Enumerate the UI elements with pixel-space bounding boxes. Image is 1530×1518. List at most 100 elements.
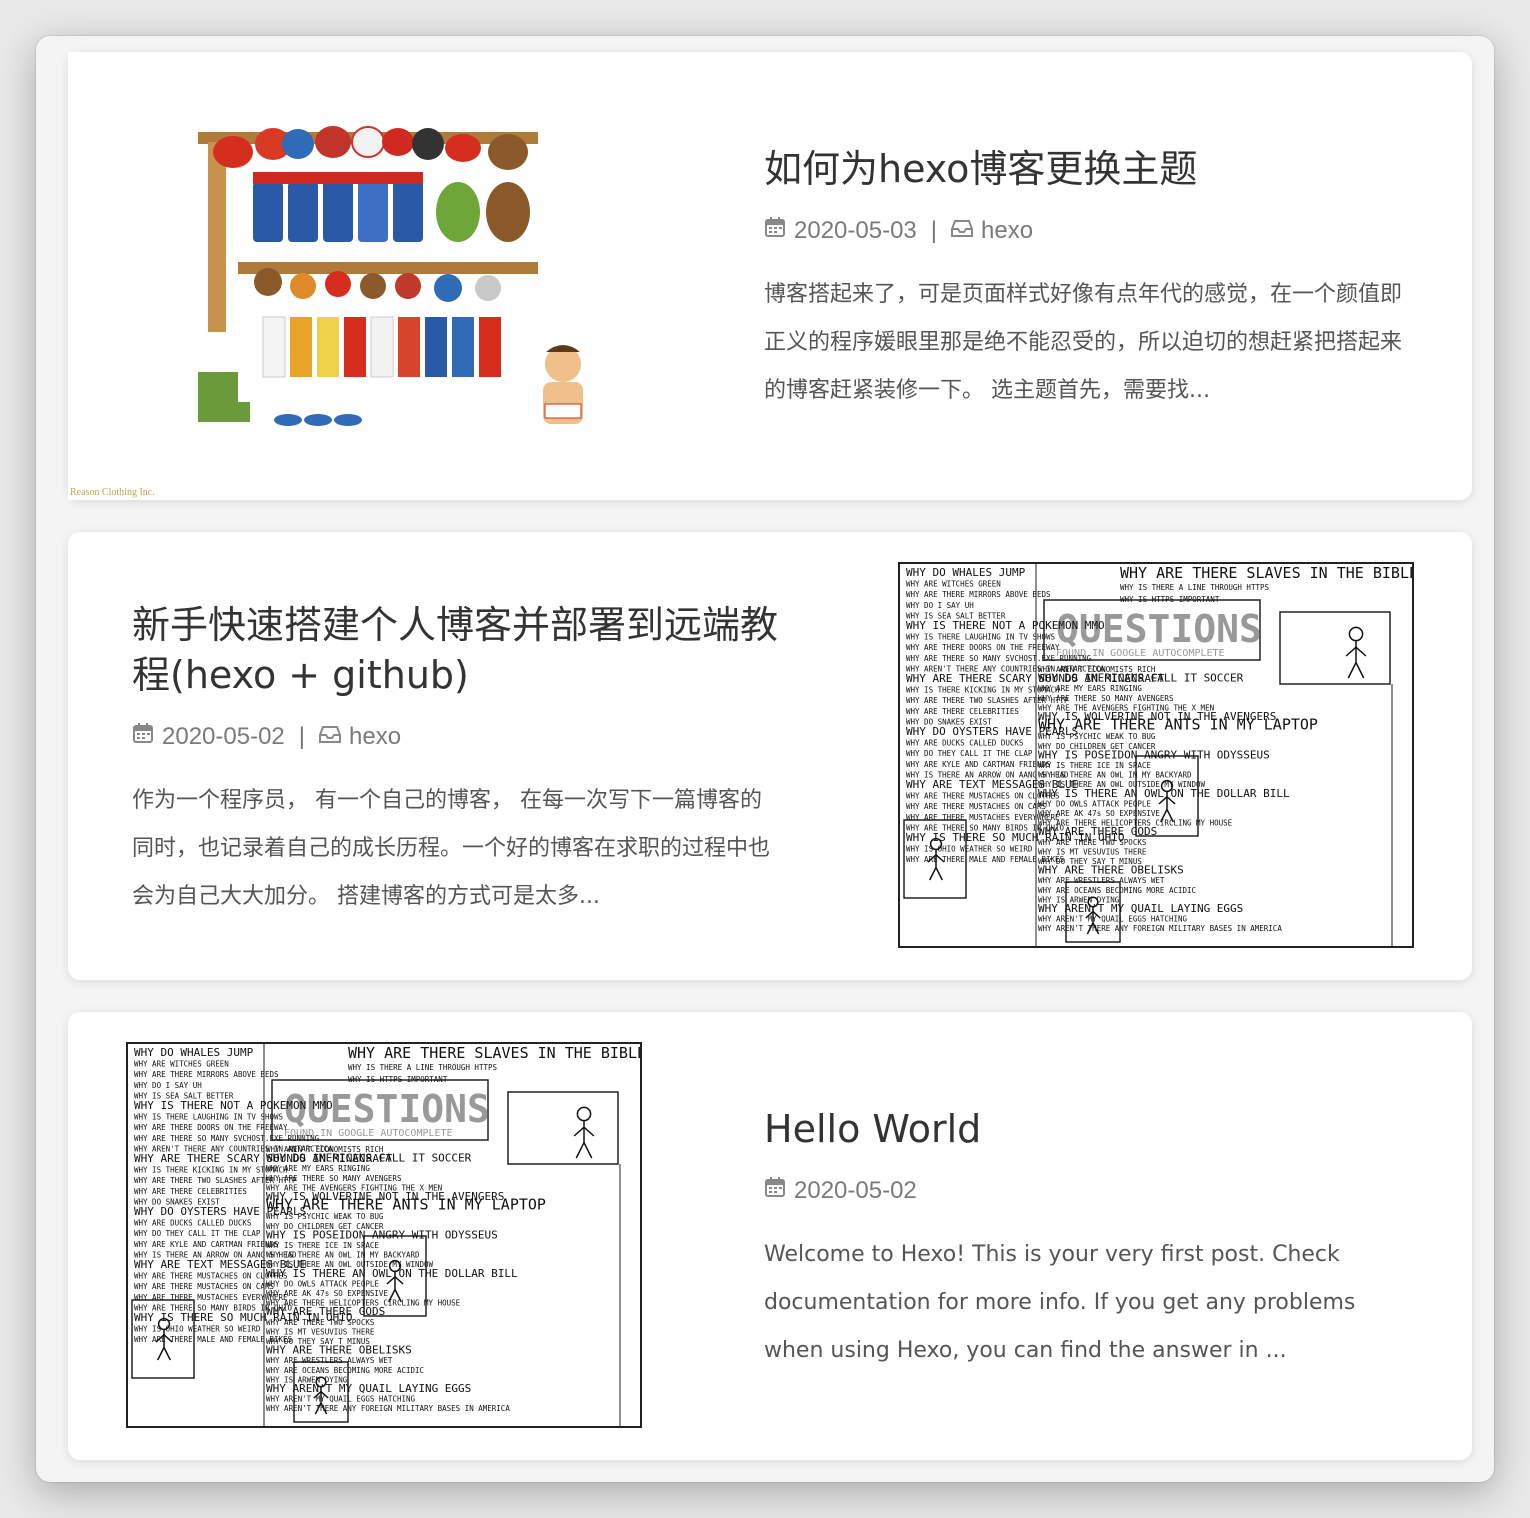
- comic-line: WHY ARE THERE GODS: [1038, 825, 1157, 838]
- comic-line: WHY ARE THERE MUSTACHES EVERYWHERE: [134, 1293, 288, 1302]
- calendar-icon: [764, 216, 786, 245]
- comic-line: WHY IS THERE KICKING IN MY STOMACH: [134, 1166, 288, 1175]
- comic-line: WHY ARE THERE OBELISKS: [1038, 864, 1184, 877]
- comic-line: WHY ARE WRESTLERS ALWAYS WET: [1038, 876, 1165, 885]
- comic-line: WHY ARE WRESTLERS ALWAYS WET: [266, 1356, 393, 1365]
- comic-line: WHY ARE THERE MIRRORS ABOVE BEDS: [134, 1070, 279, 1079]
- comic-line: WHY IS POSEIDON ANGRY WITH ODYSSEUS: [1038, 748, 1270, 761]
- comic-line: WHY IS THERE A LINE THROUGH HTTPS: [348, 1063, 497, 1072]
- comic-line: WHY IS OHIO WEATHER SO WEIRD: [906, 845, 1033, 854]
- comic-line: WHY DO WHALES JUMP: [134, 1046, 254, 1059]
- comic-line: WHY ARE THERE CELEBRITIES: [134, 1187, 247, 1196]
- comic-line: WHY IS MT VESUVIUS THERE: [1038, 847, 1147, 856]
- meta-separator: |: [930, 216, 937, 244]
- post-thumbnail[interactable]: Reason Clothing Inc.: [68, 52, 668, 500]
- questions-comic: QUESTIONSFOUND IN GOOGLE AUTOCOMPLETEWHY…: [900, 564, 1412, 946]
- comic-line: WHY ARE AK 47s SO EXPENSIVE: [266, 1289, 388, 1298]
- comic-line: WHY DO I SAY UH: [906, 601, 974, 610]
- post-meta: 2020-05-02: [764, 1176, 1414, 1205]
- comic-line: WHY AREN'T THERE ANY FOREIGN MILITARY BA…: [1038, 924, 1282, 933]
- comic-line: WHY ARE MY EARS RINGING: [1038, 684, 1142, 693]
- post-card[interactable]: QUESTIONS FOUND IN GOOGLE AUTOCOMPLETE WHY…: [68, 1012, 1472, 1460]
- comic-line: WHY ARE THERE TWO SPOCKS: [266, 1318, 375, 1327]
- post-info: Hello World 2020-05-02 Welcome to Hexo! …: [764, 1104, 1414, 1375]
- comic-line: WHY DO OWLS ATTACK PEOPLE: [266, 1279, 379, 1288]
- comic-line: WHY ARE THERE MUSTACHES ON CLOTHES: [134, 1272, 288, 1281]
- comic-line: WHY ARE THERE SO MANY AVENGERS: [266, 1174, 402, 1183]
- comic-line: WHY ARE KYLE AND CARTMAN FRIENDS: [906, 760, 1051, 769]
- comic-line: WHY ARE OCEANS BECOMING MORE ACIDIC: [1038, 886, 1196, 895]
- comic-line: WHY IS HTTPS IMPORTANT: [1120, 595, 1220, 604]
- meta-separator: |: [298, 722, 305, 750]
- post-category[interactable]: hexo: [981, 217, 1033, 245]
- post-info: 新手快速搭建个人博客并部署到远端教程(hexo + github) 2020-0…: [132, 600, 782, 921]
- post-meta: 2020-05-02 | hexo: [132, 722, 782, 751]
- comic-line: WHY ARE THERE CELEBRITIES: [906, 707, 1019, 716]
- comic-line: WHY IS THERE AN OWL ON THE DOLLAR BILL: [1038, 787, 1290, 800]
- comic-line: WHY IS MT VESUVIUS THERE: [266, 1327, 375, 1336]
- post-card[interactable]: Reason Clothing Inc. 如何为hexo博客更换主题 2020-…: [68, 52, 1472, 500]
- comic-line: WHY ARE KYLE AND CARTMAN FRIENDS: [134, 1240, 279, 1249]
- comic-line: WHY AREN'T MY QUAIL EGGS HATCHING: [266, 1395, 415, 1404]
- comic-line: WHY IS THERE KICKING IN MY STOMACH: [906, 686, 1060, 695]
- comic-line: WHY ARE THERE SO MANY SVCHOST.EXE RUNNIN…: [134, 1134, 320, 1143]
- comic-line: WHY DO AMERICANS CALL IT SOCCER: [266, 1152, 472, 1165]
- post-meta: 2020-05-03 | hexo: [764, 216, 1414, 245]
- inbox-icon: [951, 217, 973, 245]
- calendar-icon: [132, 722, 154, 751]
- comic-line: WHY IS THERE AN OWL IN MY BACKYARD: [1038, 771, 1192, 780]
- comic-line: WHY ARE WITCHES GREEN: [134, 1060, 229, 1069]
- comic-line: WHY ARE THERE MUSTACHES ON CARS: [906, 802, 1046, 811]
- comic-line: WHY ARE OCEANS BECOMING MORE ACIDIC: [266, 1366, 424, 1375]
- comic-line: WHY IS PSYCHIC WEAK TO BUG: [266, 1212, 384, 1221]
- comic-line: WHY IS THERE LAUGHING IN TV SHOWS: [906, 633, 1055, 642]
- comic-line: WHY IS HTTPS IMPORTANT: [348, 1075, 448, 1084]
- comic-line: WHY ARE THERE ANTS IN MY LAPTOP: [1038, 716, 1318, 734]
- comic-line: WHY DO I SAY UH: [134, 1081, 202, 1090]
- post-title[interactable]: 如何为hexo博客更换主题: [764, 144, 1414, 194]
- comic-line: WHY ARE THERE GODS: [266, 1305, 385, 1318]
- comic-line: WHY IS THERE AN OWL IN MY BACKYARD: [266, 1251, 420, 1260]
- post-excerpt: Welcome to Hexo! This is your very first…: [764, 1242, 1356, 1363]
- comic-line: WHY ARE THERE TWO SPOCKS: [1038, 838, 1147, 847]
- post-info: 如何为hexo博客更换主题 2020-05-03 | hexo 博客搭起来了，可…: [764, 144, 1414, 415]
- comic-line: WHY IS THERE ICE IN SPACE: [1038, 761, 1151, 770]
- comic-line: WHY IS THERE A LINE THROUGH HTTPS: [1120, 583, 1269, 592]
- comic-line: WHY AREN'T THERE ANY FOREIGN MILITARY BA…: [266, 1404, 510, 1413]
- post-title[interactable]: Hello World: [764, 1104, 1414, 1154]
- comic-line: WHY ARE THERE MUSTACHES ON CARS: [134, 1282, 274, 1291]
- comic-line: WHY ARE DUCKS CALLED DUCKS: [134, 1219, 252, 1228]
- comic-line: WHY ARE AK 47s SO EXPENSIVE: [1038, 809, 1160, 818]
- comic-line: WHY ARE THERE OBELISKS: [266, 1344, 412, 1357]
- comic-line: WHY IS THERE NOT A POKEMON MMO: [906, 619, 1105, 632]
- comic-line: WHY ARE THERE SO MANY AVENGERS: [1038, 694, 1174, 703]
- comic-line: WHY IS OHIO WEATHER SO WEIRD: [134, 1325, 261, 1334]
- comic-line: WHY AREN'T MY QUAIL LAYING EGGS: [266, 1382, 471, 1395]
- comic-line: WHY ARE THERE SLAVES IN THE BIBLE: [1120, 564, 1412, 582]
- comic-line: WHY DO OWLS ATTACK PEOPLE: [1038, 799, 1151, 808]
- comic-line: WHY IS POSEIDON ANGRY WITH ODYSSEUS: [266, 1228, 498, 1241]
- browser-window: Reason Clothing Inc. 如何为hexo博客更换主题 2020-…: [36, 36, 1494, 1482]
- post-date: 2020-05-02: [794, 1176, 917, 1204]
- comic-line: WHY ARE THERE ANTS IN MY LAPTOP: [266, 1196, 546, 1214]
- comic-line: WHY DO WHALES JUMP: [906, 566, 1026, 579]
- comic-line: WHY IS THERE NOT A POKEMON MMO: [134, 1099, 333, 1112]
- comic-line: WHY ARE THERE MIRRORS ABOVE BEDS: [906, 590, 1051, 599]
- comic-line: WHY IS THERE ICE IN SPACE: [266, 1241, 379, 1250]
- comic-line: WHY IS PSYCHIC WEAK TO BUG: [1038, 732, 1156, 741]
- post-thumbnail[interactable]: QUESTIONS FOUND IN GOOGLE AUTOCOMPLETE WHY…: [898, 562, 1414, 948]
- post-date: 2020-05-02: [162, 722, 285, 750]
- comic-line: WHY ARE THERE DOORS ON THE FREEWAY: [134, 1123, 288, 1132]
- comic-line: WHY DO THEY CALL IT THE CLAP: [906, 749, 1033, 758]
- post-card[interactable]: 新手快速搭建个人博客并部署到远端教程(hexo + github) 2020-0…: [68, 532, 1472, 980]
- image-credit: Reason Clothing Inc.: [70, 487, 155, 498]
- post-category[interactable]: hexo: [349, 723, 401, 751]
- comic-line: WHY ARE THERE MUSTACHES ON CLOTHES: [906, 792, 1060, 801]
- comic-line: WHY AREN'T MY QUAIL LAYING EGGS: [1038, 902, 1243, 915]
- comic-line: WHY ARE THERE MUSTACHES EVERYWHERE: [906, 813, 1060, 822]
- post-thumbnail[interactable]: QUESTIONS FOUND IN GOOGLE AUTOCOMPLETE WHY…: [126, 1042, 642, 1428]
- post-title[interactable]: 新手快速搭建个人博客并部署到远端教程(hexo + github): [132, 600, 782, 700]
- questions-comic: QUESTIONSFOUND IN GOOGLE AUTOCOMPLETEWHY…: [128, 1044, 640, 1426]
- comic-line: WHY DO AMERICANS CALL IT SOCCER: [1038, 672, 1244, 685]
- comic-line: WHY ARE WITCHES GREEN: [906, 580, 1001, 589]
